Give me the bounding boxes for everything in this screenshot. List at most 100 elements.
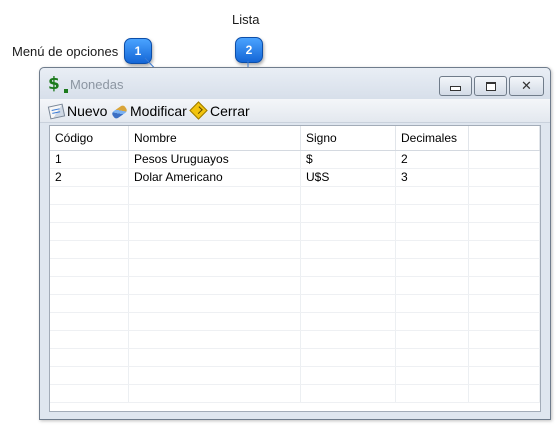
column-header-signo[interactable]: Signo bbox=[301, 126, 396, 150]
empty-row[interactable] bbox=[50, 313, 540, 331]
table-cell bbox=[301, 223, 396, 240]
table-cell bbox=[396, 259, 469, 276]
menu-item-label: Nuevo bbox=[67, 102, 108, 119]
table-cell bbox=[396, 205, 469, 222]
table-cell bbox=[301, 385, 396, 402]
minimize-icon bbox=[450, 86, 461, 91]
empty-row[interactable] bbox=[50, 385, 540, 403]
table-cell bbox=[301, 187, 396, 204]
table-cell: Dolar Americano bbox=[129, 169, 301, 186]
exit-sign-icon bbox=[189, 101, 208, 120]
table-cell bbox=[469, 205, 540, 222]
table-cell bbox=[396, 241, 469, 258]
table-cell: 2 bbox=[396, 151, 469, 168]
empty-row[interactable] bbox=[50, 223, 540, 241]
menu-item-label: Modificar bbox=[130, 102, 187, 119]
menu-item-cerrar[interactable]: Cerrar bbox=[189, 101, 250, 120]
empty-row[interactable] bbox=[50, 349, 540, 367]
table-cell bbox=[129, 223, 301, 240]
empty-row[interactable] bbox=[50, 259, 540, 277]
maximize-icon bbox=[485, 81, 496, 91]
table-cell bbox=[396, 349, 469, 366]
window-title: Monedas bbox=[70, 77, 124, 92]
empty-row[interactable] bbox=[50, 187, 540, 205]
callout-badge-menu: 1 bbox=[124, 38, 152, 64]
table-cell bbox=[301, 295, 396, 312]
monedas-list[interactable]: Código Nombre Signo Decimales 1 Pesos Uru… bbox=[49, 125, 541, 412]
table-cell bbox=[396, 385, 469, 402]
table-cell bbox=[50, 331, 129, 348]
new-document-icon bbox=[47, 103, 66, 120]
close-window-button[interactable]: ✕ bbox=[509, 76, 544, 96]
table-cell bbox=[129, 187, 301, 204]
table-cell bbox=[469, 331, 540, 348]
table-cell bbox=[301, 349, 396, 366]
callout-label-menu: Menú de opciones bbox=[12, 44, 119, 59]
table-cell bbox=[129, 349, 301, 366]
table-cell bbox=[469, 151, 540, 168]
table-cell bbox=[129, 205, 301, 222]
table-cell bbox=[50, 205, 129, 222]
table-cell bbox=[50, 349, 129, 366]
table-cell bbox=[129, 277, 301, 294]
empty-row[interactable] bbox=[50, 205, 540, 223]
column-header-empty bbox=[469, 126, 540, 150]
table-cell bbox=[50, 259, 129, 276]
table-row[interactable]: 2 Dolar Americano U$S 3 bbox=[50, 169, 540, 187]
table-cell bbox=[50, 367, 129, 384]
table-cell bbox=[50, 295, 129, 312]
options-menu-bar: Nuevo Modificar Cerrar bbox=[40, 99, 550, 123]
empty-row[interactable] bbox=[50, 367, 540, 385]
table-row[interactable]: 1 Pesos Uruguayos $2 bbox=[50, 151, 540, 169]
table-cell bbox=[469, 295, 540, 312]
table-cell bbox=[50, 385, 129, 402]
table-cell bbox=[301, 313, 396, 330]
empty-row[interactable] bbox=[50, 295, 540, 313]
table-cell bbox=[301, 367, 396, 384]
table-cell bbox=[469, 187, 540, 204]
money-icon: $ bbox=[48, 74, 68, 94]
table-cell bbox=[50, 187, 129, 204]
table-cell: 3 bbox=[396, 169, 469, 186]
column-header-nombre[interactable]: Nombre bbox=[129, 126, 301, 150]
maximize-button[interactable] bbox=[474, 76, 507, 96]
callout-badge-list: 2 bbox=[235, 37, 263, 63]
close-icon: ✕ bbox=[521, 78, 532, 94]
table-cell bbox=[129, 367, 301, 384]
table-cell bbox=[50, 313, 129, 330]
table-cell bbox=[469, 385, 540, 402]
table-cell bbox=[50, 223, 129, 240]
column-header-codigo[interactable]: Código bbox=[50, 126, 129, 150]
table-cell bbox=[396, 295, 469, 312]
table-cell bbox=[469, 313, 540, 330]
table-cell bbox=[301, 331, 396, 348]
table-cell bbox=[301, 205, 396, 222]
table-cell bbox=[50, 241, 129, 258]
table-cell: 1 bbox=[50, 151, 129, 168]
empty-row[interactable] bbox=[50, 277, 540, 295]
callout-label-list: Lista bbox=[232, 12, 260, 27]
table-cell bbox=[396, 331, 469, 348]
edit-pencil-icon bbox=[111, 103, 128, 120]
table-cell bbox=[469, 277, 540, 294]
menu-item-modificar[interactable]: Modificar bbox=[111, 101, 187, 120]
table-cell bbox=[396, 277, 469, 294]
menu-item-nuevo[interactable]: Nuevo bbox=[47, 101, 108, 120]
title-bar[interactable]: $ Monedas ✕ bbox=[40, 68, 550, 99]
empty-row[interactable] bbox=[50, 331, 540, 349]
table-cell: 2 bbox=[50, 169, 129, 186]
table-cell bbox=[301, 241, 396, 258]
table-cell bbox=[469, 367, 540, 384]
table-cell bbox=[129, 385, 301, 402]
table-cell bbox=[129, 295, 301, 312]
minimize-button[interactable] bbox=[439, 76, 472, 96]
table-cell: Pesos Uruguayos bbox=[129, 151, 301, 168]
menu-item-label: Cerrar bbox=[210, 102, 250, 119]
table-cell bbox=[469, 259, 540, 276]
table-cell bbox=[129, 241, 301, 258]
empty-row[interactable] bbox=[50, 241, 540, 259]
column-header-decimales[interactable]: Decimales bbox=[396, 126, 469, 150]
table-cell bbox=[301, 277, 396, 294]
table-cell bbox=[396, 223, 469, 240]
table-cell bbox=[50, 277, 129, 294]
